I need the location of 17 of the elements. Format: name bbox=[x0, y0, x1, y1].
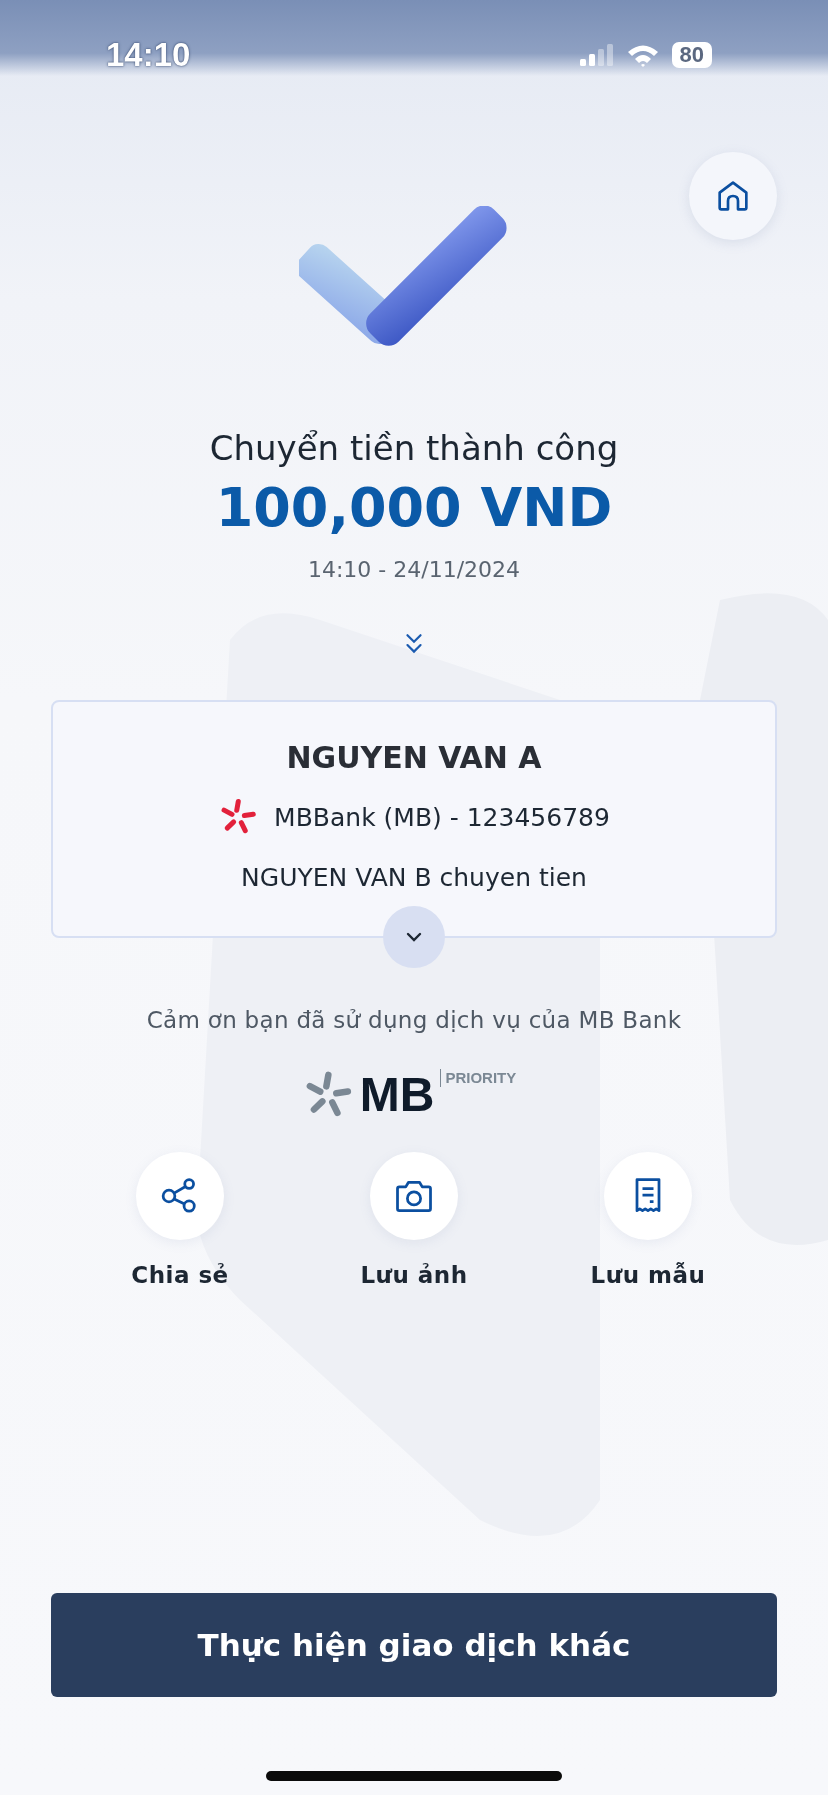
logo-text: MB bbox=[359, 1069, 435, 1121]
transfer-memo: NGUYEN VAN B chuyen tien bbox=[241, 863, 587, 892]
recipient-name: NGUYEN VAN A bbox=[286, 740, 542, 775]
transfer-datetime: 14:10 - 24/11/2024 bbox=[307, 557, 521, 582]
new-transaction-button[interactable]: Thực hiện giao dịch khác bbox=[51, 1593, 777, 1697]
thanks-message: Cảm ơn bạn đã sử dụng dịch vụ của MB Bank bbox=[146, 1007, 682, 1033]
status-time: 14:10 bbox=[106, 36, 191, 74]
transfer-amount: 100,000 VND bbox=[215, 476, 613, 539]
logo-tier-text: PRIORITY bbox=[440, 1069, 517, 1087]
action-label: Lưu mẫu bbox=[590, 1262, 706, 1288]
action-label: Lưu ảnh bbox=[360, 1262, 468, 1288]
bank-account: MBBank (MB) - 123456789 bbox=[274, 802, 610, 832]
success-title: Chuyển tiền thành công bbox=[209, 428, 619, 468]
action-label: Chia sẻ bbox=[131, 1262, 229, 1288]
battery-level: 80 bbox=[671, 42, 712, 68]
signal-icon bbox=[579, 44, 614, 66]
double-chevron-icon bbox=[403, 632, 425, 656]
